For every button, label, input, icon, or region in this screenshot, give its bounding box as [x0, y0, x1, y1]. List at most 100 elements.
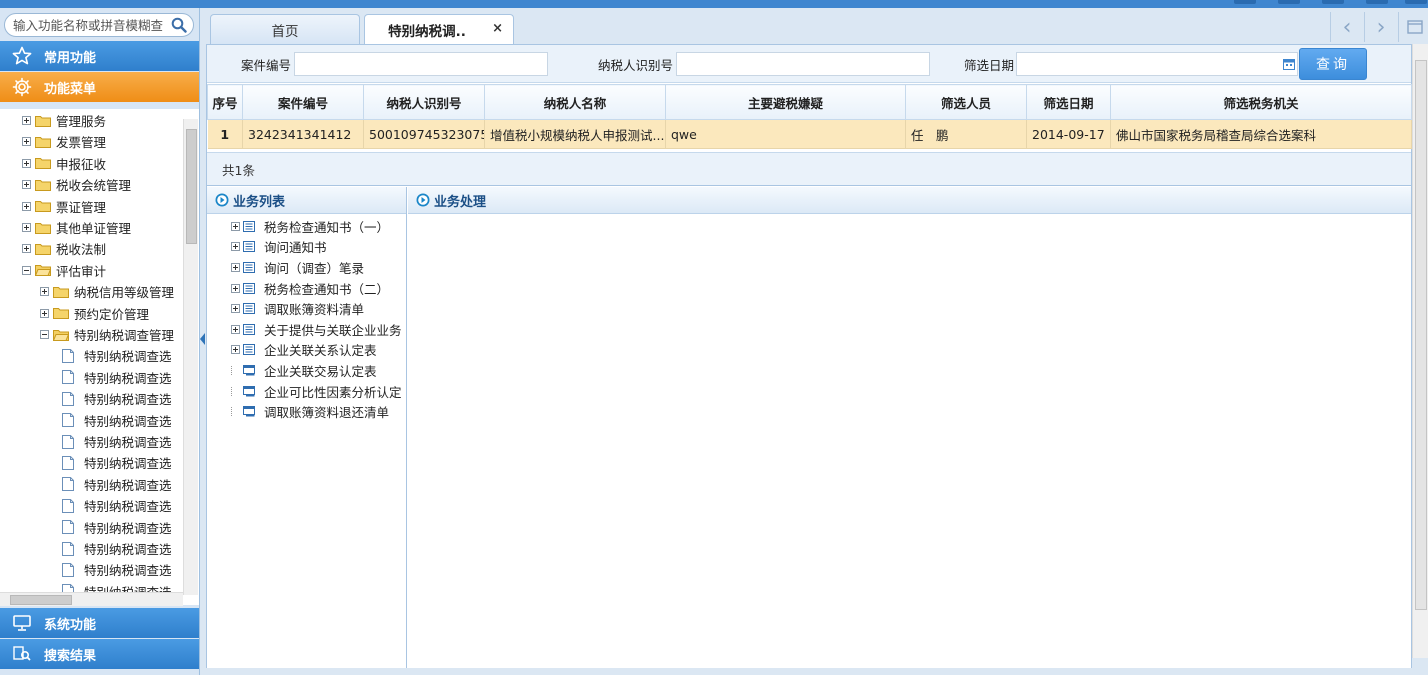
sidebar-tree-item[interactable]: 特别纳税调查选	[62, 517, 172, 538]
column-header[interactable]: 序号	[207, 84, 243, 120]
column-header[interactable]: 主要避税嫌疑	[665, 84, 906, 120]
sidebar-tree-item[interactable]: 管理服务	[22, 110, 106, 131]
business-list-item[interactable]: 调取账簿资料退还清单	[231, 401, 389, 422]
list-icon	[243, 220, 255, 232]
case-no-input[interactable]	[294, 52, 548, 76]
collapse-arrow-icon[interactable]	[200, 333, 205, 345]
toolbar-mini-button[interactable]	[1322, 0, 1344, 4]
tab-home[interactable]: 首页	[210, 14, 360, 44]
query-button[interactable]: 查询	[1299, 48, 1367, 80]
column-header[interactable]: 筛选人员	[905, 84, 1027, 120]
expand-icon[interactable]	[22, 244, 31, 254]
sidebar-tree-item[interactable]: 纳税信用等级管理	[40, 281, 174, 302]
column-header[interactable]: 筛选日期	[1026, 84, 1111, 120]
accordion-system-functions[interactable]: 系统功能	[0, 608, 199, 638]
toolbar-mini-button[interactable]	[1234, 0, 1256, 4]
business-list-item[interactable]: 关于提供与关联企业业务	[231, 319, 402, 340]
accordion-common-functions[interactable]: 常用功能	[0, 41, 199, 71]
business-list-item[interactable]: 税务检查通知书（二）	[231, 278, 389, 299]
close-icon[interactable]: ×	[492, 21, 503, 36]
toolbar-mini-button[interactable]	[1278, 0, 1300, 4]
expand-icon[interactable]	[40, 308, 49, 318]
maximize-button[interactable]	[1400, 12, 1428, 42]
business-list-item[interactable]: 企业关联交易认定表	[231, 360, 377, 381]
sidebar-tree-item[interactable]: 特别纳税调查选	[62, 495, 172, 516]
tree-vertical-scrollbar[interactable]	[183, 119, 198, 595]
arrow-circle-icon	[215, 193, 229, 207]
tree-item-label: 纳税信用等级管理	[74, 285, 175, 301]
column-header[interactable]: 案件编号	[242, 84, 364, 120]
column-header[interactable]: 纳税人识别号	[363, 84, 485, 120]
sidebar-tree-item[interactable]: 税收法制	[22, 238, 106, 259]
expand-icon[interactable]	[22, 158, 31, 168]
sidebar-tree-item[interactable]: 特别纳税调查选	[62, 367, 172, 388]
search-icon[interactable]	[171, 17, 187, 33]
expand-icon[interactable]	[231, 242, 240, 252]
expand-icon[interactable]	[231, 324, 240, 334]
expand-icon[interactable]	[231, 304, 240, 314]
accordion-search-results[interactable]: 搜索结果	[0, 639, 199, 669]
business-item-label: 调取账簿资料清单	[264, 302, 365, 318]
expand-icon[interactable]	[40, 287, 49, 297]
folder-icon	[35, 115, 51, 127]
taxpayer-id-input[interactable]	[676, 52, 930, 76]
toolbar-mini-button[interactable]	[1405, 0, 1427, 4]
tree-item-label: 特别纳税调查选	[84, 520, 172, 536]
business-list-item[interactable]: 询问通知书	[231, 237, 327, 258]
sidebar-tree-item[interactable]: 特别纳税调查选	[62, 345, 172, 366]
expand-icon[interactable]	[22, 201, 31, 211]
sidebar-tree-item[interactable]: 发票管理	[22, 131, 106, 152]
tree-item-label: 特别纳税调查选	[84, 435, 172, 450]
toolbar-mini-button[interactable]	[1366, 0, 1388, 4]
business-list-item[interactable]: 税务检查通知书（一）	[231, 216, 389, 237]
sidebar-tree-item[interactable]: 税收会统管理	[22, 174, 131, 195]
business-list-item[interactable]: 企业关联关系认定表	[231, 340, 377, 361]
expand-icon[interactable]	[22, 116, 31, 125]
sidebar-tree-item[interactable]: 特别纳税调查选	[62, 431, 172, 452]
accordion-function-menu[interactable]: 功能菜单	[0, 72, 199, 102]
sidebar-tree-item[interactable]: 特别纳税调查选	[62, 474, 172, 495]
table-row[interactable]: 1 3242341341412 500109745323075 增值税小规模纳税…	[207, 119, 1412, 149]
sidebar-tree-item[interactable]: 特别纳税调查选	[62, 388, 172, 409]
collapse-icon[interactable]	[22, 265, 31, 275]
query-bar: 案件编号 纳税人识别号 筛选日期 查询	[207, 45, 1411, 83]
business-list-item[interactable]: 企业可比性因素分析认定	[231, 381, 402, 402]
page-vertical-scrollbar[interactable]	[1412, 44, 1428, 658]
sidebar-tree-item[interactable]: 特别纳税调查选	[62, 559, 172, 580]
scrollbar-thumb[interactable]	[10, 595, 72, 605]
function-search-input[interactable]	[13, 14, 175, 36]
business-list-panel: 业务列表 税务检查通知书（一） 询问通知书 询问（调查）笔录 税务检查通知书（二） 调取…	[207, 187, 407, 675]
business-list-item[interactable]: 调取账簿资料清单	[231, 298, 364, 319]
expand-icon[interactable]	[231, 283, 240, 293]
sidebar-tree-item[interactable]: 特别纳税调查管理	[40, 324, 174, 345]
expand-icon[interactable]	[22, 223, 31, 232]
sidebar-tree-item[interactable]: 票证管理	[22, 196, 106, 217]
expand-icon[interactable]	[231, 262, 240, 272]
expand-icon[interactable]	[231, 221, 240, 231]
sidebar-tree-item[interactable]: 其他单证管理	[22, 217, 131, 238]
sidebar-tree-item[interactable]: 申报征收	[22, 153, 106, 174]
sidebar-tree-item[interactable]: 特别纳税调查选	[62, 410, 172, 431]
expand-icon[interactable]	[22, 137, 31, 147]
tab-special-tax-investigation[interactable]: 特别纳税调.. ×	[364, 14, 514, 44]
business-list-item[interactable]: 询问（调查）笔录	[231, 257, 364, 278]
document-icon	[62, 413, 74, 428]
sidebar-tree-item[interactable]: 特别纳税调查选	[62, 538, 172, 559]
expand-icon[interactable]	[22, 180, 31, 190]
tab-prev-button[interactable]: ‹	[1332, 12, 1362, 42]
sidebar-tree-item[interactable]: 特别纳税调查选	[62, 452, 172, 473]
tree-item-label: 税收会统管理	[56, 178, 132, 194]
sidebar-tree-item[interactable]: 预约定价管理	[40, 303, 149, 324]
sidebar-tree-item[interactable]: 评估审计	[22, 260, 106, 281]
tree-item-label: 特别纳税调查选	[84, 563, 172, 579]
column-header[interactable]: 纳税人名称	[484, 84, 666, 120]
tree-horizontal-scrollbar[interactable]	[0, 592, 183, 606]
collapse-icon[interactable]	[40, 330, 49, 339]
expand-icon[interactable]	[231, 345, 240, 355]
filter-date-input[interactable]	[1016, 52, 1298, 76]
scrollbar-thumb[interactable]	[186, 129, 197, 244]
column-header[interactable]: 筛选税务机关	[1110, 84, 1412, 120]
scrollbar-thumb[interactable]	[1415, 60, 1427, 610]
tab-next-button[interactable]: ›	[1366, 12, 1396, 42]
calendar-icon[interactable]	[1283, 58, 1295, 70]
